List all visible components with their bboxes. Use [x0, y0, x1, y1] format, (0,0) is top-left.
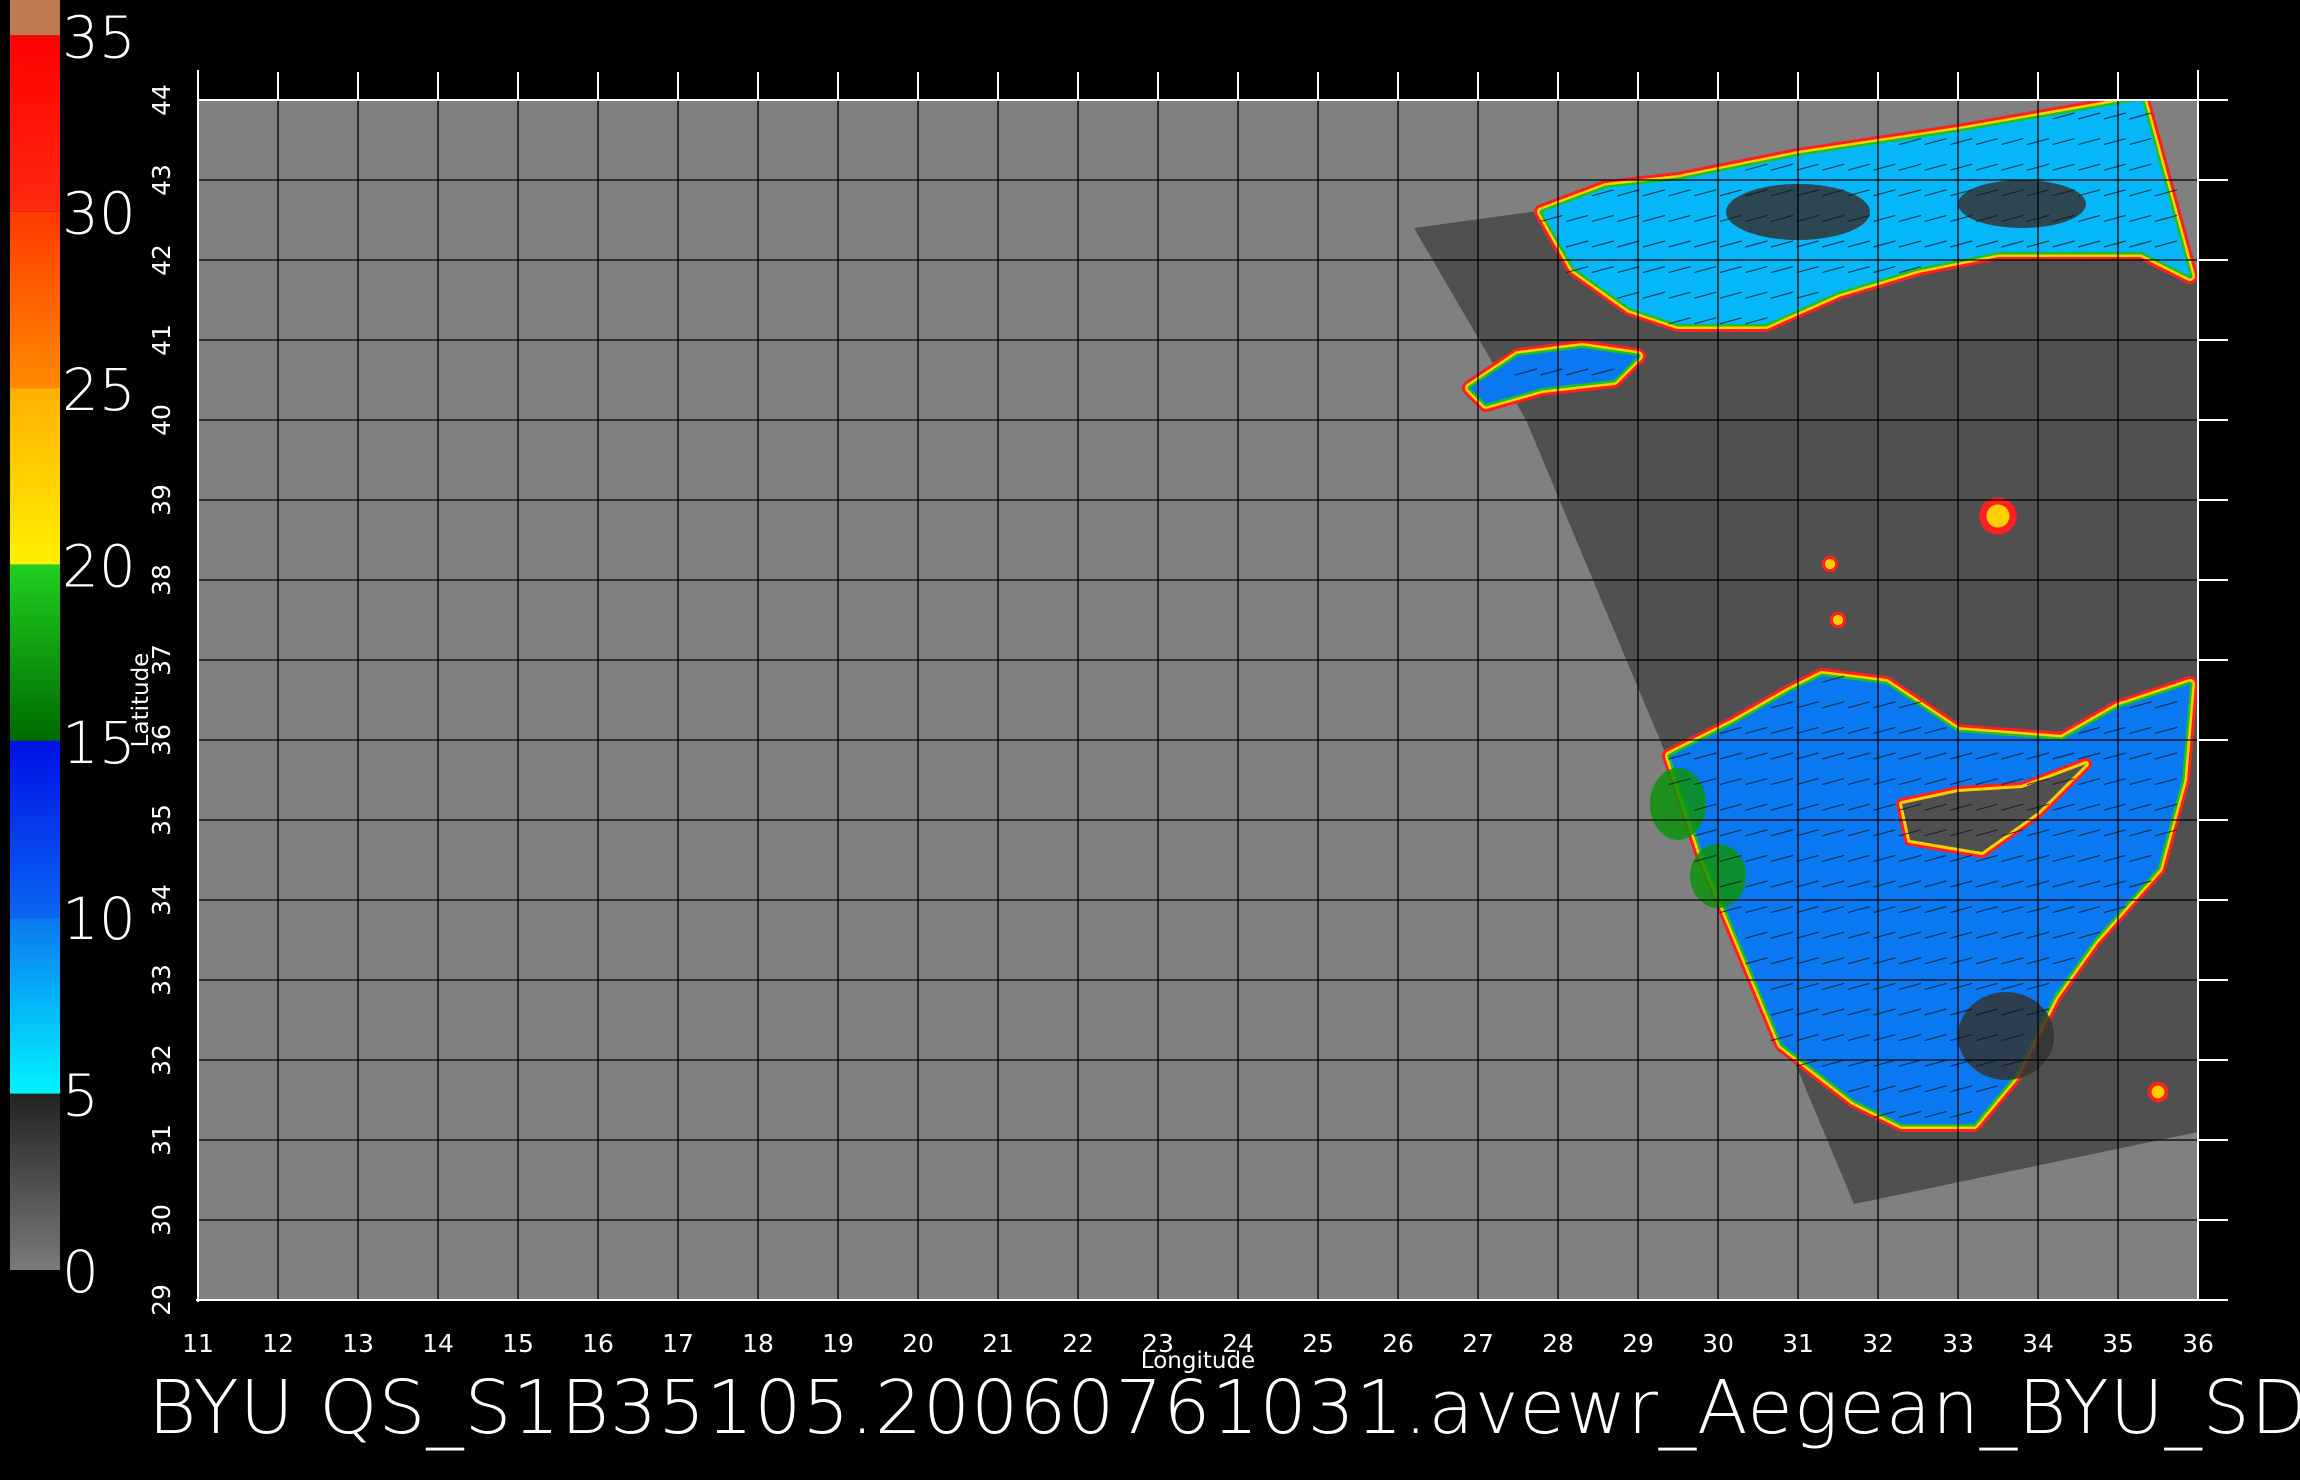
- y-tick-label: 33: [147, 964, 176, 996]
- colorbar-segment: [10, 0, 60, 36]
- colorbar-label: 0: [62, 1238, 99, 1306]
- x-tick-label: 34: [2022, 1329, 2054, 1358]
- y-tick-label: 41: [147, 324, 176, 356]
- y-axis-title: Latitude: [128, 653, 154, 748]
- small-feature-core: [1832, 614, 1844, 626]
- x-tick-label: 33: [1942, 1329, 1974, 1358]
- colorbar-segment: [10, 740, 60, 918]
- colorbar-label: 35: [62, 3, 136, 71]
- x-tick-label: 20: [902, 1329, 934, 1358]
- colorbar: [10, 0, 60, 1270]
- x-tick-label: 32: [1862, 1329, 1894, 1358]
- x-tick-label: 17: [662, 1329, 694, 1358]
- x-tick-label: 12: [262, 1329, 294, 1358]
- colorbar-segment: [10, 1093, 60, 1270]
- y-tick-label: 29: [147, 1284, 176, 1316]
- x-tick-label: 16: [582, 1329, 614, 1358]
- colorbar-segment: [10, 35, 60, 212]
- x-tick-label: 36: [2182, 1329, 2214, 1358]
- wind-patch: [1958, 992, 2054, 1080]
- x-tick-label: 30: [1702, 1329, 1734, 1358]
- colorbar-label: 5: [62, 1062, 99, 1130]
- colorbar-segment: [10, 917, 60, 1094]
- colorbar-labels: 0 5 10 15 20 25 30 35: [62, 3, 136, 1306]
- small-feature-core: [2151, 1085, 2165, 1099]
- x-tick-label: 25: [1302, 1329, 1334, 1358]
- x-tick-label: 19: [822, 1329, 854, 1358]
- colorbar-segment: [10, 388, 60, 565]
- y-tick-label: 39: [147, 484, 176, 516]
- x-tick-label: 21: [982, 1329, 1014, 1358]
- y-tick-label: 35: [147, 804, 176, 836]
- colorbar-label: 20: [62, 532, 136, 600]
- x-tick-label: 11: [182, 1329, 214, 1358]
- colorbar-label: 30: [62, 180, 136, 248]
- wind-patch: [1650, 768, 1706, 840]
- colorbar-label: 15: [62, 709, 136, 777]
- x-tick-label: 29: [1622, 1329, 1654, 1358]
- x-tick-label: 28: [1542, 1329, 1574, 1358]
- x-tick-label: 13: [342, 1329, 374, 1358]
- y-tick-label: 38: [147, 564, 176, 596]
- y-tick-label: 31: [147, 1124, 176, 1156]
- x-tick-label: 15: [502, 1329, 534, 1358]
- small-feature-core: [1986, 504, 2010, 528]
- image-caption: BYU QS_S1B35105.20060761031.avewr_Aegean…: [148, 1365, 2300, 1451]
- x-tick-label: 14: [422, 1329, 454, 1358]
- x-tick-label: 26: [1382, 1329, 1414, 1358]
- y-tick-label: 42: [147, 244, 176, 276]
- y-tick-label: 32: [147, 1044, 176, 1076]
- x-tick-label: 31: [1782, 1329, 1814, 1358]
- y-tick-label: 40: [147, 404, 176, 436]
- y-tick-label: 34: [147, 884, 176, 916]
- colorbar-label: 10: [62, 885, 136, 953]
- x-tick-label: 22: [1062, 1329, 1094, 1358]
- x-tick-label: 35: [2102, 1329, 2134, 1358]
- x-tick-label: 18: [742, 1329, 774, 1358]
- y-tick-label: 30: [147, 1204, 176, 1236]
- colorbar-label: 25: [62, 356, 136, 424]
- y-tick-label: 43: [147, 164, 176, 196]
- wind-speed-map-figure: 0 5 10 15 20 25 30 35 11 12 13 14 15 16 17 18 19 20 21 22 2…: [10, 0, 2300, 1451]
- colorbar-segment: [10, 211, 60, 389]
- small-feature-core: [1824, 558, 1836, 570]
- colorbar-segment: [10, 564, 60, 741]
- x-tick-label: 27: [1462, 1329, 1494, 1358]
- y-tick-label: 44: [147, 84, 176, 116]
